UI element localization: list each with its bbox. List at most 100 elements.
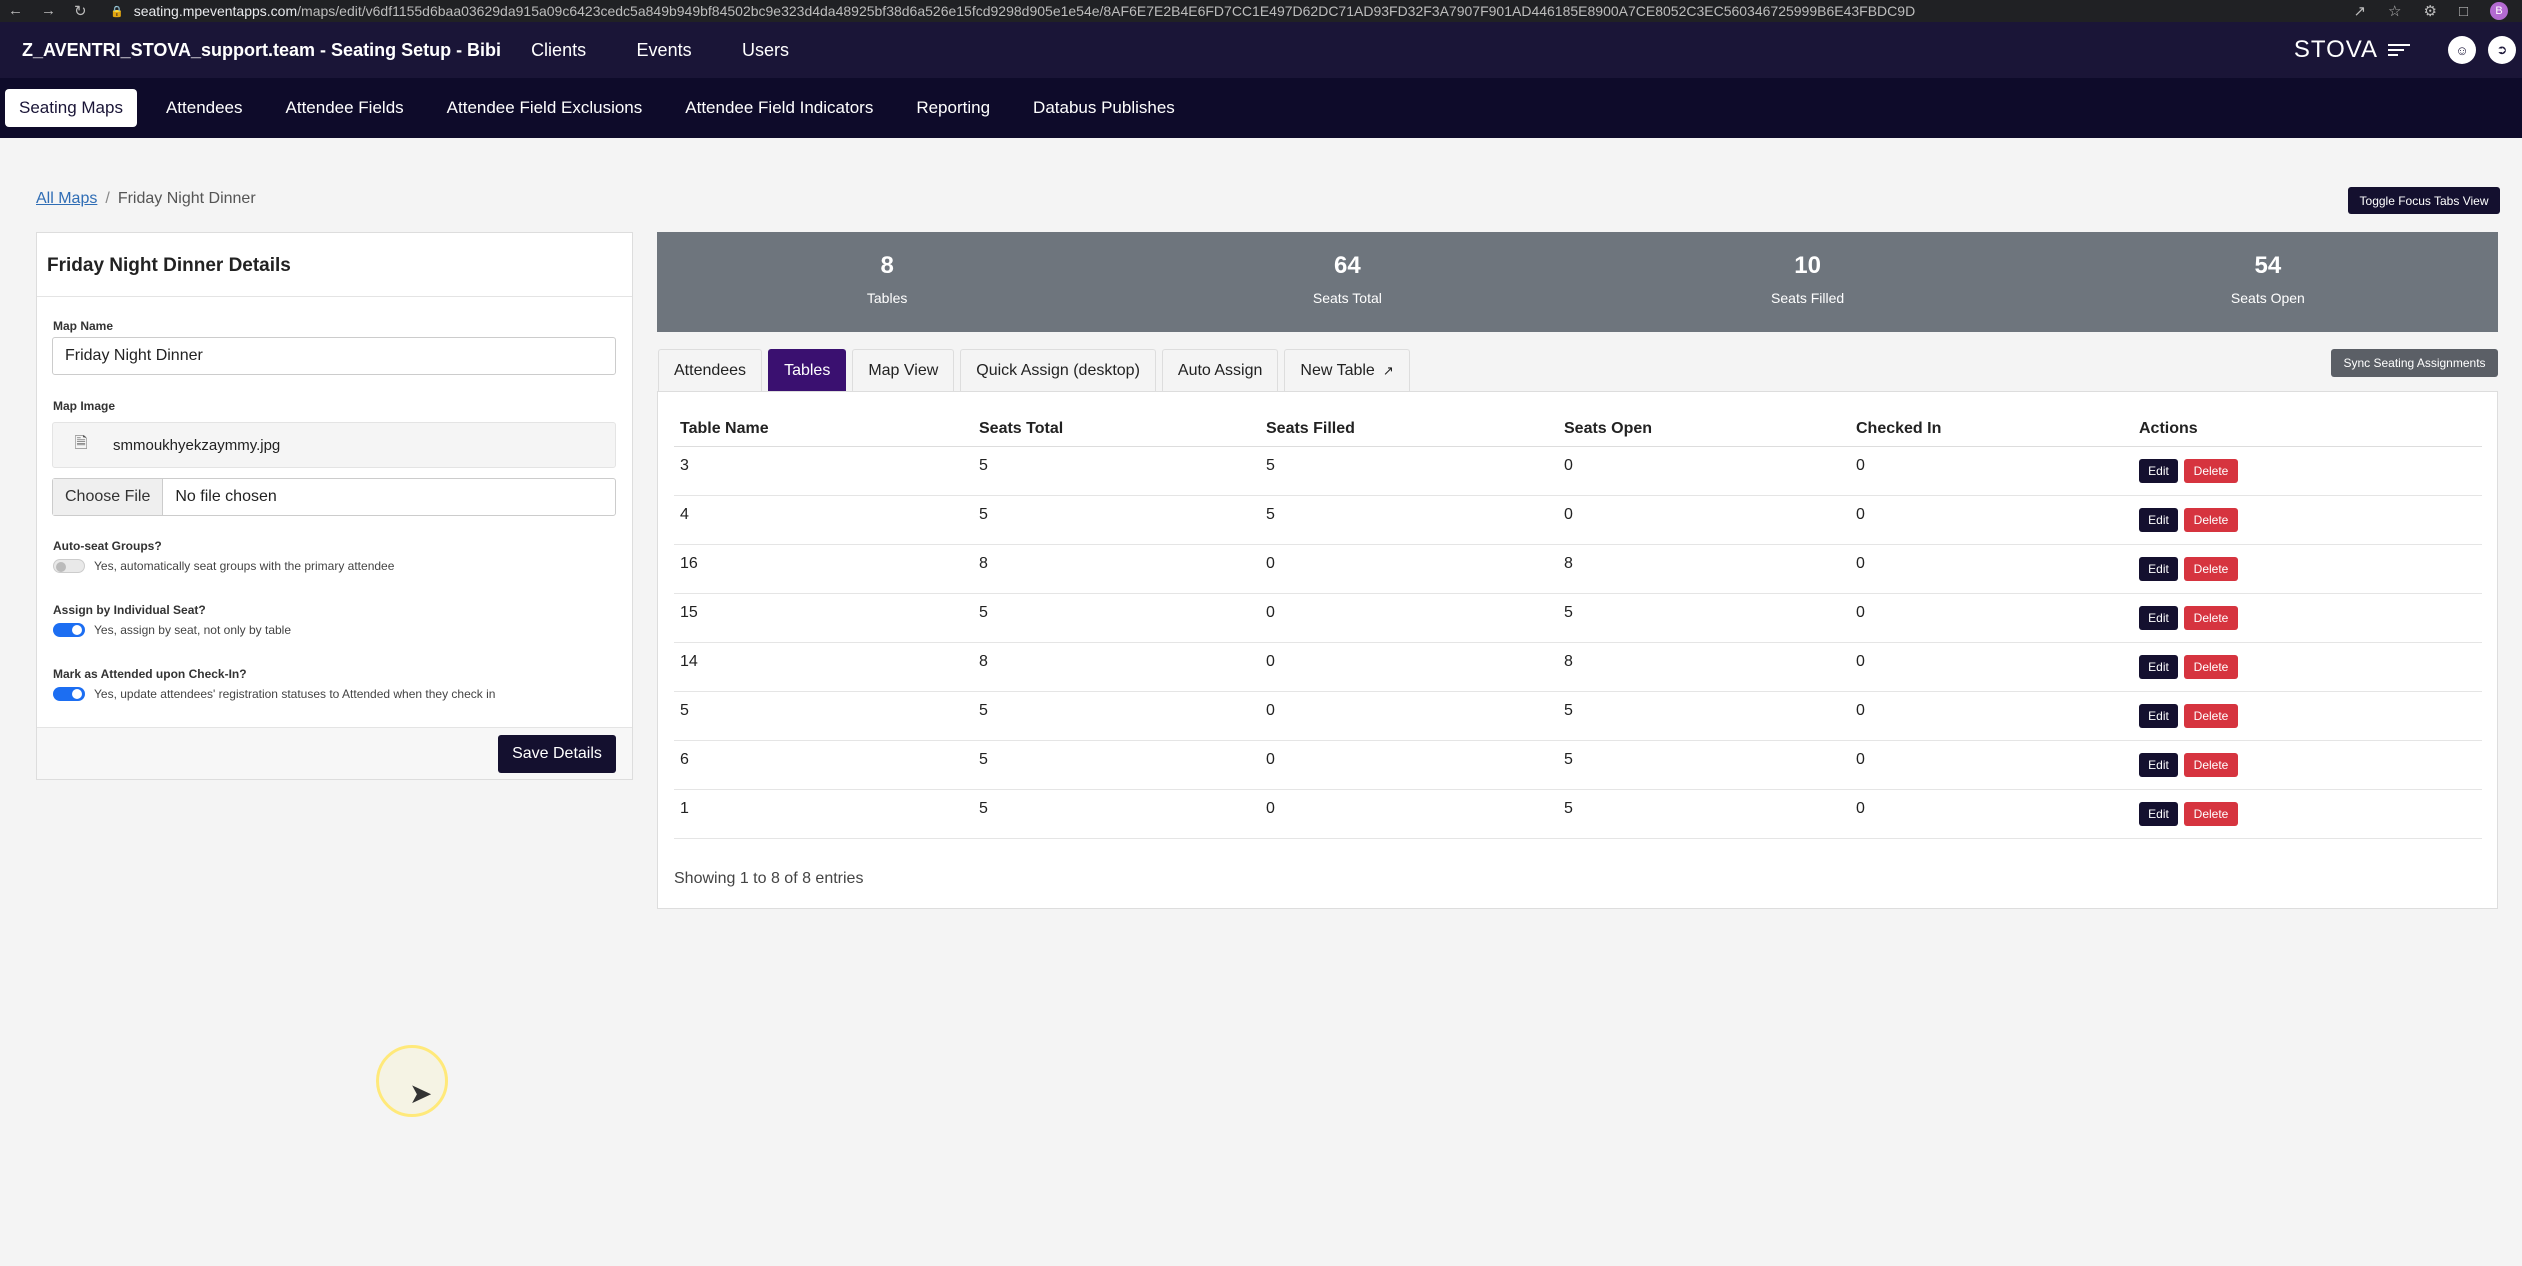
map-image-current: 🗎 smmoukhyekzaymmy.jpg [52, 422, 616, 468]
auto-seat-label: Auto-seat Groups? [53, 539, 162, 553]
sub-nav: Seating Maps Attendees Attendee Fields A… [0, 78, 2522, 138]
tab-attendees[interactable]: Attendees [658, 349, 763, 391]
map-name-input[interactable]: Friday Night Dinner [52, 337, 616, 375]
subnav-seating-maps[interactable]: Seating Maps [5, 89, 137, 127]
table-cell: 3 [674, 446, 973, 496]
subnav-attendee-field-exclusions[interactable]: Attendee Field Exclusions [433, 89, 657, 127]
edit-button[interactable]: Edit [2139, 801, 2178, 826]
stat-label: Seats Total [1312, 290, 1382, 306]
subnav-attendee-fields[interactable]: Attendee Fields [272, 89, 418, 127]
edit-button[interactable]: Edit [2139, 654, 2178, 679]
table-cell: 0 [1850, 495, 2133, 545]
tab-tables[interactable]: Tables [768, 349, 847, 391]
table-cell: 5 [1558, 691, 1850, 741]
stat-seats-filled: 10 Seats Filled [1578, 232, 2038, 332]
column-header[interactable]: Seats Open [1558, 412, 1850, 447]
mark-attended-label: Mark as Attended upon Check-In? [53, 667, 247, 681]
column-header[interactable]: Table Name [674, 412, 973, 447]
breadcrumb-separator: / [105, 190, 110, 207]
table-cell: 8 [973, 642, 1260, 692]
table-cell: 5 [1558, 789, 1850, 839]
table-cell: 0 [1260, 789, 1558, 839]
table-cell: 0 [1260, 642, 1558, 692]
map-image-file-input[interactable]: Choose File No file chosen [52, 478, 616, 516]
table-cell: 0 [1850, 593, 2133, 643]
reload-icon[interactable]: ↻ [74, 2, 87, 20]
tab-new-table[interactable]: New Table ↗ [1284, 349, 1410, 391]
assign-seat-toggle[interactable] [53, 623, 85, 637]
nav-clients[interactable]: Clients [531, 40, 586, 60]
column-header[interactable]: Seats Total [973, 412, 1260, 447]
edit-button[interactable]: Edit [2139, 458, 2178, 483]
lock-icon[interactable]: 🔒 [110, 5, 124, 18]
stat-value: 54 [2254, 252, 2282, 279]
delete-button[interactable]: Delete [2184, 556, 2238, 581]
column-header[interactable]: Checked In [1850, 412, 2133, 447]
subnav-attendees[interactable]: Attendees [152, 89, 257, 127]
table-cell: 5 [1260, 446, 1558, 496]
breadcrumb-all-maps[interactable]: All Maps [36, 190, 97, 207]
delete-button[interactable]: Delete [2184, 507, 2238, 532]
brand-mark-icon [2388, 44, 2410, 56]
delete-button[interactable]: Delete [2184, 801, 2238, 826]
edit-button[interactable]: Edit [2139, 605, 2178, 630]
profile-avatar[interactable]: B [2490, 2, 2508, 20]
map-image-label: Map Image [53, 399, 116, 413]
sidebar-icon[interactable]: □ [2459, 3, 2468, 20]
user-icon[interactable]: ☺ [2448, 36, 2476, 64]
table-cell: 16 [674, 544, 973, 594]
puzzle-icon[interactable]: ⚙ [2423, 2, 2436, 20]
stat-value: 8 [880, 252, 894, 279]
app-header: Z_AVENTRI_STOVA_support.team - Seating S… [0, 22, 2522, 78]
tab-quick-assign[interactable]: Quick Assign (desktop) [960, 349, 1156, 391]
subnav-reporting[interactable]: Reporting [902, 89, 1004, 127]
back-arrow-icon[interactable]: ← [8, 2, 23, 20]
mouse-cursor-icon: ➤ [409, 1078, 433, 1109]
auto-seat-text: Yes, automatically seat groups with the … [94, 559, 395, 573]
table-cell: 0 [1850, 691, 2133, 741]
table-cell: 5 [674, 691, 973, 741]
edit-button[interactable]: Edit [2139, 507, 2178, 532]
nav-users[interactable]: Users [742, 40, 789, 60]
delete-button[interactable]: Delete [2184, 654, 2238, 679]
column-header[interactable]: Seats Filled [1260, 412, 1558, 447]
subnav-databus-publishes[interactable]: Databus Publishes [1019, 89, 1189, 127]
table-cell: 8 [1558, 642, 1850, 692]
choose-file-button[interactable]: Choose File [53, 479, 164, 515]
sync-seating-button[interactable]: Sync Seating Assignments [2331, 349, 2498, 377]
actions-cell: Edit Delete [2133, 691, 2482, 741]
nav-events[interactable]: Events [637, 40, 692, 60]
table-cell: 0 [1850, 740, 2133, 790]
auto-seat-toggle[interactable] [53, 559, 85, 573]
subnav-attendee-field-indicators[interactable]: Attendee Field Indicators [671, 89, 887, 127]
edit-button[interactable]: Edit [2139, 752, 2178, 777]
forward-arrow-icon[interactable]: → [41, 2, 56, 20]
address-bar[interactable]: seating.mpeventapps.com/maps/edit/v6df11… [134, 3, 2354, 19]
save-details-button[interactable]: Save Details [498, 735, 616, 773]
share-icon[interactable]: ↗ [2353, 2, 2366, 20]
tables-panel: Table Name Seats Total Seats Filled Seat… [657, 391, 2498, 909]
toggle-focus-tabs-button[interactable]: Toggle Focus Tabs View [2348, 187, 2500, 214]
edit-button[interactable]: Edit [2139, 703, 2178, 728]
delete-button[interactable]: Delete [2184, 605, 2238, 630]
tab-map-view[interactable]: Map View [852, 349, 955, 391]
actions-cell: Edit Delete [2133, 740, 2482, 790]
table-cell: 5 [1260, 495, 1558, 545]
logout-icon[interactable]: ➲ [2488, 36, 2516, 64]
star-icon[interactable]: ☆ [2388, 2, 2401, 20]
tab-auto-assign[interactable]: Auto Assign [1161, 349, 1279, 391]
mark-attended-toggle[interactable] [53, 687, 85, 701]
app-title: Z_AVENTRI_STOVA_support.team - Seating S… [22, 39, 502, 60]
table-row: 14 8 0 8 0 Edit Delete [674, 642, 2482, 692]
stat-label: Tables [866, 290, 908, 306]
delete-button[interactable]: Delete [2184, 703, 2238, 728]
assign-seat-row: Yes, assign by seat, not only by table [53, 623, 291, 637]
edit-button[interactable]: Edit [2139, 556, 2178, 581]
actions-cell: Edit Delete [2133, 593, 2482, 643]
delete-button[interactable]: Delete [2184, 458, 2238, 483]
table-row: 6 5 0 5 0 Edit Delete [674, 740, 2482, 790]
details-heading: Friday Night Dinner Details [37, 233, 632, 297]
delete-button[interactable]: Delete [2184, 752, 2238, 777]
stat-value: 10 [1794, 252, 1821, 279]
table-row: 5 5 0 5 0 Edit Delete [674, 691, 2482, 741]
